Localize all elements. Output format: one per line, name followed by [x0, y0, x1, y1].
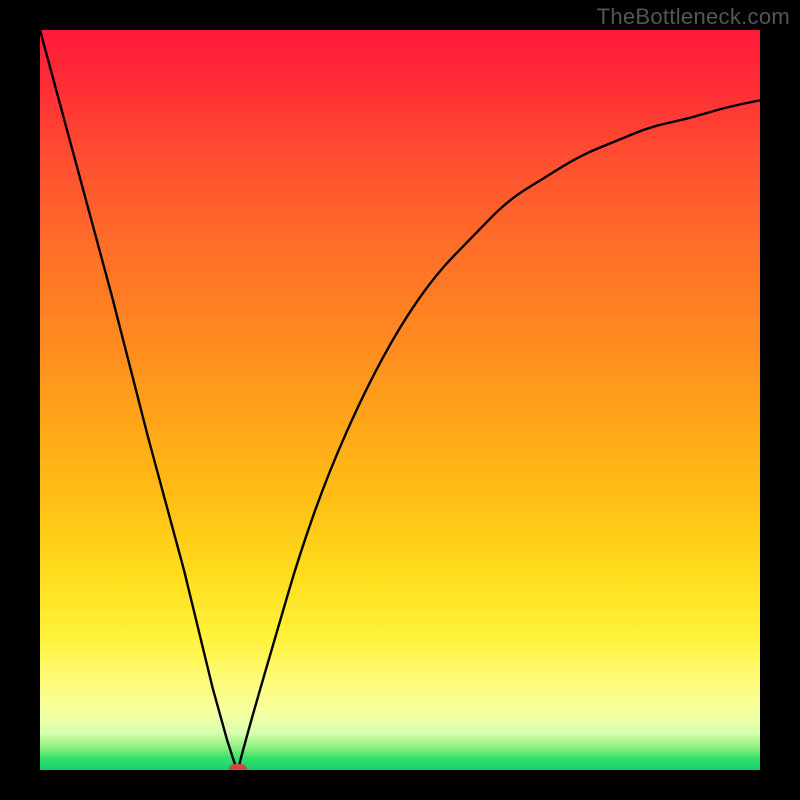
- gradient-background: [40, 30, 760, 770]
- plot-area: [40, 30, 760, 770]
- watermark-label: TheBottleneck.com: [597, 4, 790, 30]
- chart-frame: TheBottleneck.com: [0, 0, 800, 800]
- optimal-point-marker: [229, 764, 247, 770]
